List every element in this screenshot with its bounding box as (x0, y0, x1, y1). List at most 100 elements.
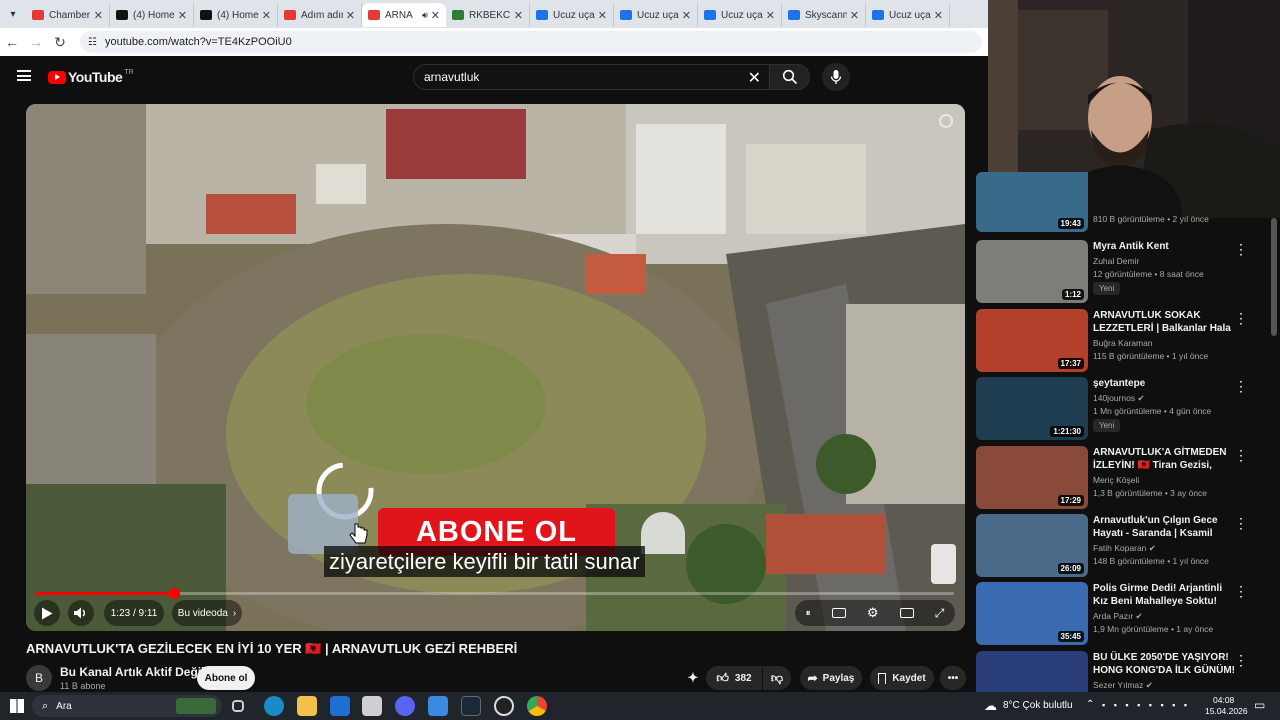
tab-close-icon[interactable]: ✕ (178, 9, 187, 22)
related-video-item[interactable]: 1:21:30 şeytantepe 140journos ✔︎ 1 Mn görün… (976, 377, 1276, 441)
reload-icon[interactable]: ↻ (48, 34, 72, 51)
related-video-title[interactable]: BU ÜLKE 2050'DE YAŞIYOR! HONG KONG'DA İL… (1093, 651, 1237, 677)
more-actions-button[interactable]: ••• (940, 666, 966, 690)
tab-close-icon[interactable]: ✕ (934, 9, 943, 22)
more-vertical-icon[interactable]: ⋮ (1234, 516, 1248, 530)
video-thumbnail[interactable]: 17:29 (976, 446, 1088, 509)
tab-close-icon[interactable]: ✕ (346, 9, 355, 22)
like-button[interactable]: 👍︎ 382 (706, 666, 762, 690)
chrome-icon[interactable] (527, 696, 547, 716)
browser-tab[interactable]: Ucuz uçak✕ (866, 3, 950, 27)
related-video-title[interactable]: ARNAVUTLUK'A GİTMEDEN İZLEYİN! 🇦🇱 Tiran … (1093, 446, 1237, 472)
more-vertical-icon[interactable]: ⋮ (1234, 448, 1248, 462)
forward-icon[interactable]: → (24, 34, 48, 50)
more-vertical-icon[interactable]: ⋮ (1234, 311, 1248, 325)
taskbar-search[interactable]: ⌕ Ara (32, 695, 222, 717)
volume-button[interactable] (68, 600, 94, 626)
subtitles-icon[interactable] (831, 608, 846, 618)
related-video-title[interactable]: Arnavutluk'un Çılgın Gece Hayatı - Saran… (1093, 514, 1237, 540)
related-video-title[interactable]: Myra Antik Kent (1093, 240, 1237, 253)
miniplayer-icon[interactable] (899, 608, 914, 618)
video-thumbnail[interactable]: 1:21:30 (976, 377, 1088, 440)
channel-name[interactable]: Bu Kanal Artık Aktif Değil (60, 665, 204, 679)
browser-tab[interactable]: Ucuz uçak✕ (698, 3, 782, 27)
store-icon[interactable] (362, 696, 382, 716)
task-view-icon[interactable] (232, 700, 244, 712)
browser-tab[interactable]: Adım adım✕ (278, 3, 362, 27)
chapter-button[interactable]: Bu videoda › (172, 600, 242, 626)
tab-close-icon[interactable]: ✕ (94, 9, 103, 22)
related-channel-name[interactable]: Sezer Yılmaz ✔︎ (1093, 680, 1153, 691)
subscribe-button[interactable]: Abone ol (197, 666, 255, 690)
tab-close-icon[interactable]: ✕ (514, 9, 523, 22)
related-channel-name[interactable]: 140journos ✔︎ (1093, 393, 1145, 404)
related-video-item[interactable]: 26:09 Arnavutluk'un Çılgın Gece Hayatı - … (976, 514, 1276, 578)
browser-tab[interactable]: ARNA 🔊︎ ✕ (362, 3, 446, 27)
play-button[interactable] (34, 600, 60, 626)
tab-close-icon[interactable]: ✕ (766, 9, 775, 22)
dislike-button[interactable]: 👎︎ (763, 666, 791, 690)
search-input[interactable]: arnavutluk ✕ (413, 64, 770, 90)
discord-icon[interactable] (395, 696, 415, 716)
site-info-icon[interactable]: ☷ (88, 37, 97, 48)
browser-tab[interactable]: RKBEKCI -✕ (446, 3, 530, 27)
voice-search-button[interactable] (822, 63, 850, 91)
video-thumbnail[interactable]: 35:45 (976, 582, 1088, 645)
tab-close-icon[interactable]: ✕ (262, 9, 271, 22)
related-video-item[interactable]: 17:29 ARNAVUTLUK'A GİTMEDEN İZLEYİN! 🇦🇱 T… (976, 446, 1276, 510)
browser-tab[interactable]: Ucuz uçak✕ (614, 3, 698, 27)
tab-close-icon[interactable]: ✕ (598, 9, 607, 22)
notifications-icon[interactable]: ▭ (1254, 698, 1265, 712)
related-channel-name[interactable]: Zuhal Demir (1093, 256, 1139, 266)
browser-tab[interactable]: (4) Home ✕ (194, 3, 278, 27)
fullscreen-icon[interactable]: ⤢ (935, 606, 945, 621)
related-video-title[interactable]: şeytantepe (1093, 377, 1237, 390)
ai-sparkle-button[interactable]: ✦ (680, 666, 706, 690)
related-video-item[interactable]: 35:45 Polis Girme Dedi! Arjantinli Kız Be… (976, 582, 1276, 646)
partial-item-thumbnail[interactable]: 19:43 (976, 172, 1088, 232)
related-video-item[interactable]: 1:12 Myra Antik Kent Zuhal Demir 12 görüntü… (976, 240, 1276, 304)
search-button[interactable] (770, 64, 810, 90)
windows-start-icon[interactable] (10, 699, 24, 713)
save-button[interactable]: Kaydet (870, 666, 934, 690)
video-thumbnail[interactable]: 26:09 (976, 514, 1088, 577)
file-explorer-icon[interactable] (297, 696, 317, 716)
related-video-title[interactable]: ARNAVUTLUK SOKAK LEZZETLERİ | Balkanlar … (1093, 309, 1237, 335)
related-channel-name[interactable]: Meriç Köşeli (1093, 475, 1139, 485)
back-icon[interactable]: ← (0, 34, 24, 50)
tab-search-button[interactable]: ▾ (0, 0, 26, 28)
related-video-item[interactable]: 17:37 ARNAVUTLUK SOKAK LEZZETLERİ | Balka… (976, 309, 1276, 373)
related-channel-name[interactable]: Arda Pazır ✔︎ (1093, 611, 1143, 622)
browser-tab[interactable]: Chamber ✕ (26, 3, 110, 27)
clock-date[interactable]: 15.04.2026 (1205, 706, 1248, 716)
edge-browser-icon[interactable] (264, 696, 284, 716)
tab-close-icon[interactable]: ✕ (682, 9, 691, 22)
outlook-icon[interactable] (330, 696, 350, 716)
more-vertical-icon[interactable]: ⋮ (1234, 584, 1248, 598)
related-channel-name[interactable]: Buğra Karaman (1093, 338, 1153, 348)
app-icon[interactable] (428, 696, 448, 716)
progress-bar[interactable] (36, 588, 954, 599)
steam-icon[interactable] (461, 696, 481, 716)
youtube-logo[interactable]: YouTube TR (48, 69, 134, 85)
tab-close-icon[interactable]: ✕ (850, 9, 859, 22)
clock-time[interactable]: 04:08 (1213, 695, 1234, 705)
browser-tab[interactable]: Skyscanne✕ (782, 3, 866, 27)
share-button[interactable]: ➦ Paylaş (800, 666, 862, 690)
more-vertical-icon[interactable]: ⋮ (1234, 653, 1248, 667)
browser-tab[interactable]: (4) Home ✕ (110, 3, 194, 27)
more-vertical-icon[interactable]: ⋮ (1234, 379, 1248, 393)
system-tray-icons[interactable]: ▪ ▪ ▪ ▪ ▪ ▪ ▪ ▪ (1102, 700, 1190, 710)
more-vertical-icon[interactable]: ⋮ (1234, 242, 1248, 256)
settings-icon[interactable]: ⚙ (867, 605, 879, 621)
browser-tab[interactable]: Ucuz uçak✕ (530, 3, 614, 27)
clear-search-icon[interactable]: ✕ (748, 68, 761, 88)
channel-avatar[interactable]: B (26, 665, 52, 691)
tab-close-icon[interactable]: ✕ (431, 9, 440, 22)
video-thumbnail[interactable]: 1:12 (976, 240, 1088, 303)
autoplay-toggle-icon[interactable]: ⏸ (806, 608, 811, 619)
tray-chevron-icon[interactable]: ⌃ (1086, 699, 1094, 710)
obs-icon[interactable] (494, 696, 514, 716)
url-bar[interactable]: ☷ youtube.com/watch?v=TE4KzPOOiU0 (80, 31, 982, 53)
weather-text[interactable]: 8°C Çok bulutlu (1003, 700, 1073, 711)
